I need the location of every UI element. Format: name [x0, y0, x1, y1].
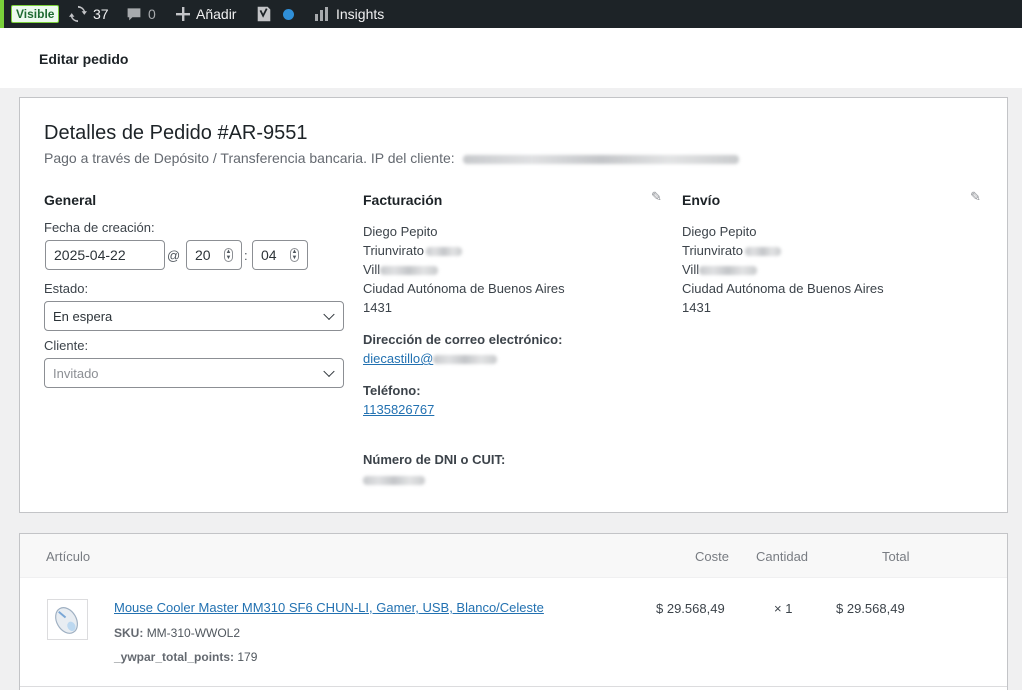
dni-label: Número de DNI o CUIT:: [363, 452, 506, 467]
items-header: Artículo Coste Cantidad Total: [20, 534, 1007, 578]
status-value: En espera: [53, 308, 113, 324]
yoast-item[interactable]: [255, 0, 294, 28]
points-label: _ywpar_total_points:: [114, 650, 235, 664]
shipping-city: Ciudad Autónoma de Buenos Aires: [682, 281, 884, 296]
billing-locality-text: Vill: [363, 262, 381, 277]
item-total: $ 29.568,49: [836, 601, 905, 616]
redacted-street-number: [425, 247, 462, 257]
redacted-locality: [380, 266, 439, 276]
date-label: Fecha de creación:: [44, 220, 155, 235]
phone-link[interactable]: 1135826767: [363, 402, 434, 417]
billing-city: Ciudad Autónoma de Buenos Aires: [363, 281, 565, 296]
minute-value: 04: [261, 247, 277, 263]
col-item: Artículo: [46, 549, 91, 564]
sku-value: MM-310-WWOL2: [146, 626, 241, 640]
payment-text: Pago a través de Depósito / Transferenci…: [44, 150, 455, 166]
redacted-street-number: [744, 247, 781, 257]
row-divider: [20, 686, 1007, 687]
billing-dni: [363, 472, 425, 487]
col-total: Total: [882, 549, 910, 564]
status-label: Estado:: [44, 281, 89, 296]
shipping-heading: Envío: [682, 192, 721, 208]
order-items-panel: Artículo Coste Cantidad Total Mouse Cool…: [19, 533, 1008, 690]
item-sku: SKU: MM-310-WWOL2: [114, 626, 240, 640]
insights-item[interactable]: Insights: [314, 0, 384, 28]
billing-street: Triunvirato: [363, 243, 462, 258]
shipping-postcode: 1431: [682, 300, 711, 315]
chevron-down-icon: [323, 365, 335, 378]
minute-input[interactable]: 04 ▲ ▼: [252, 240, 308, 270]
visible-badge-item[interactable]: Visible: [11, 0, 60, 28]
shipping-name: Diego Pepito: [682, 224, 757, 239]
date-value: 2025-04-22: [54, 247, 126, 263]
redacted-email-domain: [433, 355, 498, 365]
page-title: Editar pedido: [39, 51, 129, 67]
date-input[interactable]: 2025-04-22: [45, 240, 165, 270]
shipping-locality: Vill: [682, 262, 758, 277]
hour-stepper[interactable]: ▲ ▼: [224, 248, 233, 262]
payment-line: Pago a través de Depósito / Transferenci…: [44, 150, 739, 166]
visible-badge: Visible: [11, 5, 60, 23]
sku-label: SKU:: [114, 626, 144, 640]
general-heading: General: [44, 192, 97, 208]
plus-icon: [176, 7, 190, 21]
at-sign: @: [167, 248, 181, 263]
updates-count: 37: [93, 6, 109, 22]
insights-icon: [314, 6, 330, 22]
item-qty: × 1: [774, 601, 793, 616]
billing-locality: Vill: [363, 262, 439, 277]
customer-label: Cliente:: [44, 338, 89, 353]
order-details-panel: Detalles de Pedido #AR-9551 Pago a travé…: [19, 97, 1008, 513]
col-cost: Coste: [695, 549, 729, 564]
item-name[interactable]: Mouse Cooler Master MM310 SF6 CHUN-LI, G…: [114, 600, 544, 615]
points-value: 179: [237, 650, 258, 664]
refresh-icon: [69, 5, 87, 23]
admin-bar: Visible 37 0 Añadir Insights: [0, 0, 1022, 28]
billing-phone[interactable]: 1135826767: [363, 402, 434, 417]
item-points: _ywpar_total_points: 179: [114, 650, 257, 664]
pencil-icon[interactable]: ✎: [970, 189, 981, 205]
phone-label: Teléfono:: [363, 383, 421, 398]
item-name-link[interactable]: Mouse Cooler Master MM310 SF6 CHUN-LI, G…: [114, 600, 544, 615]
shipping-street-text: Triunvirato: [682, 243, 743, 258]
billing-street-text: Triunvirato: [363, 243, 424, 258]
updates-item[interactable]: 37: [69, 0, 109, 28]
billing-heading: Facturación: [363, 192, 443, 208]
time-colon: :: [244, 248, 248, 263]
order-title: Detalles de Pedido #AR-9551: [44, 122, 308, 144]
mouse-thumbnail[interactable]: [47, 599, 88, 640]
insights-label: Insights: [336, 6, 385, 22]
comment-icon: [126, 6, 142, 22]
billing-postcode: 1431: [363, 300, 392, 315]
customer-select[interactable]: Invitado: [44, 358, 344, 388]
add-label: Añadir: [196, 6, 237, 22]
billing-name: Diego Pepito: [363, 224, 438, 239]
col-qty: Cantidad: [756, 549, 809, 564]
page-header: Editar pedido: [0, 28, 1022, 88]
add-new-item[interactable]: Añadir: [176, 0, 236, 28]
admin-bar-edge: [0, 0, 4, 28]
email-link[interactable]: diecastillo@: [363, 351, 433, 366]
minute-stepper[interactable]: ▲ ▼: [290, 248, 299, 262]
shipping-street: Triunvirato: [682, 243, 781, 258]
status-select[interactable]: En espera: [44, 301, 344, 331]
email-label: Dirección de correo electrónico:: [363, 332, 563, 347]
comments-item[interactable]: 0: [126, 0, 156, 28]
yoast-icon: [255, 5, 273, 23]
comments-count: 0: [148, 6, 156, 22]
redacted-dni: [363, 476, 425, 486]
hour-input[interactable]: 20 ▲ ▼: [186, 240, 242, 270]
chevron-down-icon: [323, 308, 335, 321]
shipping-locality-text: Vill: [682, 262, 700, 277]
hour-value: 20: [195, 247, 211, 263]
pencil-icon[interactable]: ✎: [651, 189, 662, 205]
billing-email[interactable]: diecastillo@: [363, 351, 498, 366]
redacted-ip: [462, 154, 739, 164]
item-cost: $ 29.568,49: [656, 601, 725, 616]
customer-placeholder: Invitado: [53, 365, 99, 381]
status-dot-icon: [283, 8, 294, 20]
redacted-locality: [699, 266, 758, 276]
